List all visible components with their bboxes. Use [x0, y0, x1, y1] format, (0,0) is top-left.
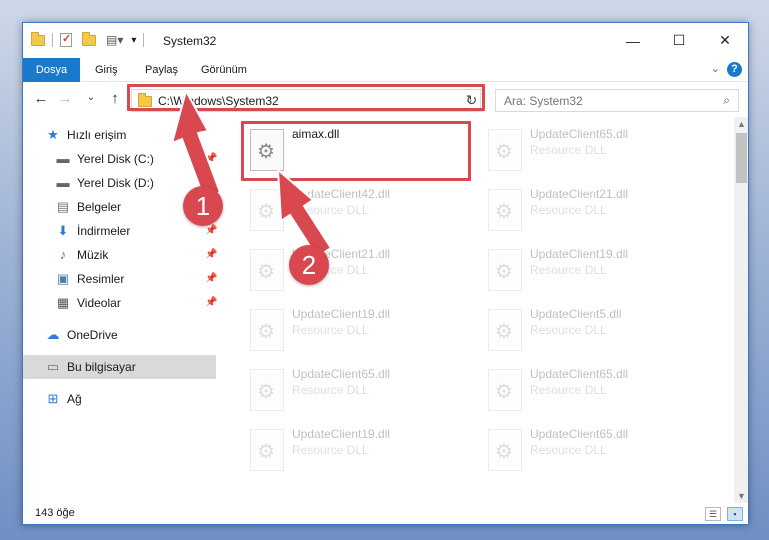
tab-file[interactable]: Dosya: [23, 58, 80, 82]
sidebar-item-network[interactable]: ⊞ Ağ: [45, 387, 82, 411]
video-icon: ▦: [56, 295, 70, 310]
dll-file-icon: [488, 249, 522, 291]
file-item[interactable]: UpdateClient65.dll Resource DLL: [478, 361, 708, 417]
file-item[interactable]: UpdateClient42.dll Resource DLL: [240, 181, 470, 237]
item-count: 143 öğe: [35, 507, 75, 519]
tab-home[interactable]: Giriş: [83, 58, 130, 82]
network-icon: ⊞: [47, 391, 59, 406]
minimize-button[interactable]: —: [610, 23, 656, 58]
ribbon-tabs: Dosya Giriş Paylaş Görünüm ⌄ ?: [23, 58, 748, 82]
pin-icon[interactable]: 📌: [205, 297, 217, 308]
back-arrow-icon[interactable]: ←: [31, 90, 51, 107]
sidebar-item-quick-access[interactable]: ★ Hızlı erişim: [45, 123, 126, 147]
details-view-icon[interactable]: ☰: [705, 507, 721, 521]
chevron-down-icon[interactable]: ⌄: [711, 62, 720, 75]
step-marker-2: 2: [289, 245, 329, 285]
scroll-up-icon[interactable]: ▲: [734, 119, 748, 129]
file-item[interactable]: UpdateClient65.dll Resource DLL: [240, 361, 470, 417]
sidebar-item-disk-c[interactable]: ▬ Yerel Disk (C:): [55, 147, 154, 171]
search-input[interactable]: [504, 91, 704, 111]
close-button[interactable]: ✕: [702, 23, 748, 58]
file-item[interactable]: UpdateClient65.dll Resource DLL: [478, 121, 708, 177]
download-icon: ⬇: [57, 223, 69, 238]
dropdown-icon[interactable]: ▾: [131, 35, 136, 46]
dll-file-icon: [250, 189, 284, 231]
vertical-scrollbar[interactable]: ▲ ▼: [734, 117, 748, 503]
up-arrow-icon[interactable]: ↑: [105, 90, 125, 107]
file-item[interactable]: UpdateClient21.dll Resource DLL: [478, 181, 708, 237]
file-item[interactable]: UpdateClient21.dll Resource DLL: [240, 241, 470, 297]
explorer-window: ▤▾ ▾ System32 — ☐ ✕ Dosya Giriş Paylaş G…: [22, 22, 749, 525]
music-icon: ♪: [59, 247, 67, 262]
scroll-down-icon[interactable]: ▼: [734, 491, 748, 501]
quick-access-toolbar: ▤▾ ▾: [31, 31, 147, 47]
scroll-thumb[interactable]: [736, 133, 747, 183]
dll-file-icon: [488, 369, 522, 411]
drive-icon: ▬: [56, 175, 70, 190]
title-bar: ▤▾ ▾ System32 — ☐ ✕: [23, 23, 748, 58]
sidebar-item-disk-d[interactable]: ▬ Yerel Disk (D:): [55, 171, 154, 195]
dll-file-icon: [250, 429, 284, 471]
sidebar-item-downloads[interactable]: ⬇ İndirmeler: [55, 219, 131, 243]
dll-file-icon: [488, 129, 522, 171]
customize-icon[interactable]: ▤▾: [106, 33, 123, 47]
dll-file-icon: [250, 309, 284, 351]
dll-file-icon: [488, 429, 522, 471]
maximize-button[interactable]: ☐: [656, 23, 702, 58]
recent-locations-icon[interactable]: ⌄: [81, 92, 101, 103]
file-item[interactable]: UpdateClient19.dll Resource DLL: [478, 241, 708, 297]
search-icon: ⌕: [723, 93, 730, 107]
large-icons-view-icon[interactable]: ▪: [727, 507, 743, 521]
documents-icon: ▤: [56, 199, 70, 214]
new-folder-icon[interactable]: [82, 31, 96, 46]
pin-icon[interactable]: 📌: [205, 153, 217, 164]
computer-icon: ▭: [46, 359, 60, 374]
dll-file-icon: [488, 309, 522, 351]
file-item[interactable]: UpdateClient5.dll Resource DLL: [478, 301, 708, 357]
drive-icon: ▬: [56, 151, 70, 166]
status-bar: 143 öğe ☰ ▪: [23, 503, 748, 524]
properties-icon[interactable]: [60, 32, 72, 47]
help-icon[interactable]: ?: [727, 62, 742, 77]
tab-view[interactable]: Görünüm: [189, 58, 259, 82]
folder-icon: [31, 31, 45, 46]
address-bar-highlight: [127, 84, 485, 111]
dll-file-icon: [250, 249, 284, 291]
search-box[interactable]: ⌕: [495, 89, 739, 112]
file-item[interactable]: UpdateClient19.dll Resource DLL: [240, 301, 470, 357]
navigation-pane: ★ Hızlı erişim ▬ Yerel Disk (C:) 📌 ▬ Yer…: [23, 117, 228, 503]
dll-file-icon: [488, 189, 522, 231]
sidebar-item-music[interactable]: ♪ Müzik: [55, 243, 109, 267]
window-title: System32: [163, 34, 217, 48]
pin-icon[interactable]: 📌: [205, 273, 217, 284]
pictures-icon: ▣: [56, 271, 70, 286]
file-item[interactable]: UpdateClient65.dll Resource DLL: [478, 421, 708, 477]
file-item[interactable]: UpdateClient19.dll Resource DLL: [240, 421, 470, 477]
pin-icon[interactable]: 📌: [205, 249, 217, 260]
sidebar-item-pictures[interactable]: ▣ Resimler: [55, 267, 125, 291]
pin-icon[interactable]: 📌: [205, 225, 217, 236]
sidebar-item-documents[interactable]: ▤ Belgeler: [55, 195, 121, 219]
tab-share[interactable]: Paylaş: [133, 58, 190, 82]
forward-arrow-icon[interactable]: →: [55, 90, 75, 107]
step-marker-1: 1: [183, 186, 223, 226]
star-icon: ★: [47, 127, 59, 142]
dll-file-icon: [250, 369, 284, 411]
cloud-icon: ☁: [46, 327, 60, 342]
sidebar-item-videos[interactable]: ▦ Videolar: [55, 291, 121, 315]
file-highlight: [241, 121, 471, 181]
sidebar-item-onedrive[interactable]: ☁ OneDrive: [45, 323, 118, 347]
sidebar-item-this-pc[interactable]: ▭ Bu bilgisayar: [23, 355, 216, 379]
